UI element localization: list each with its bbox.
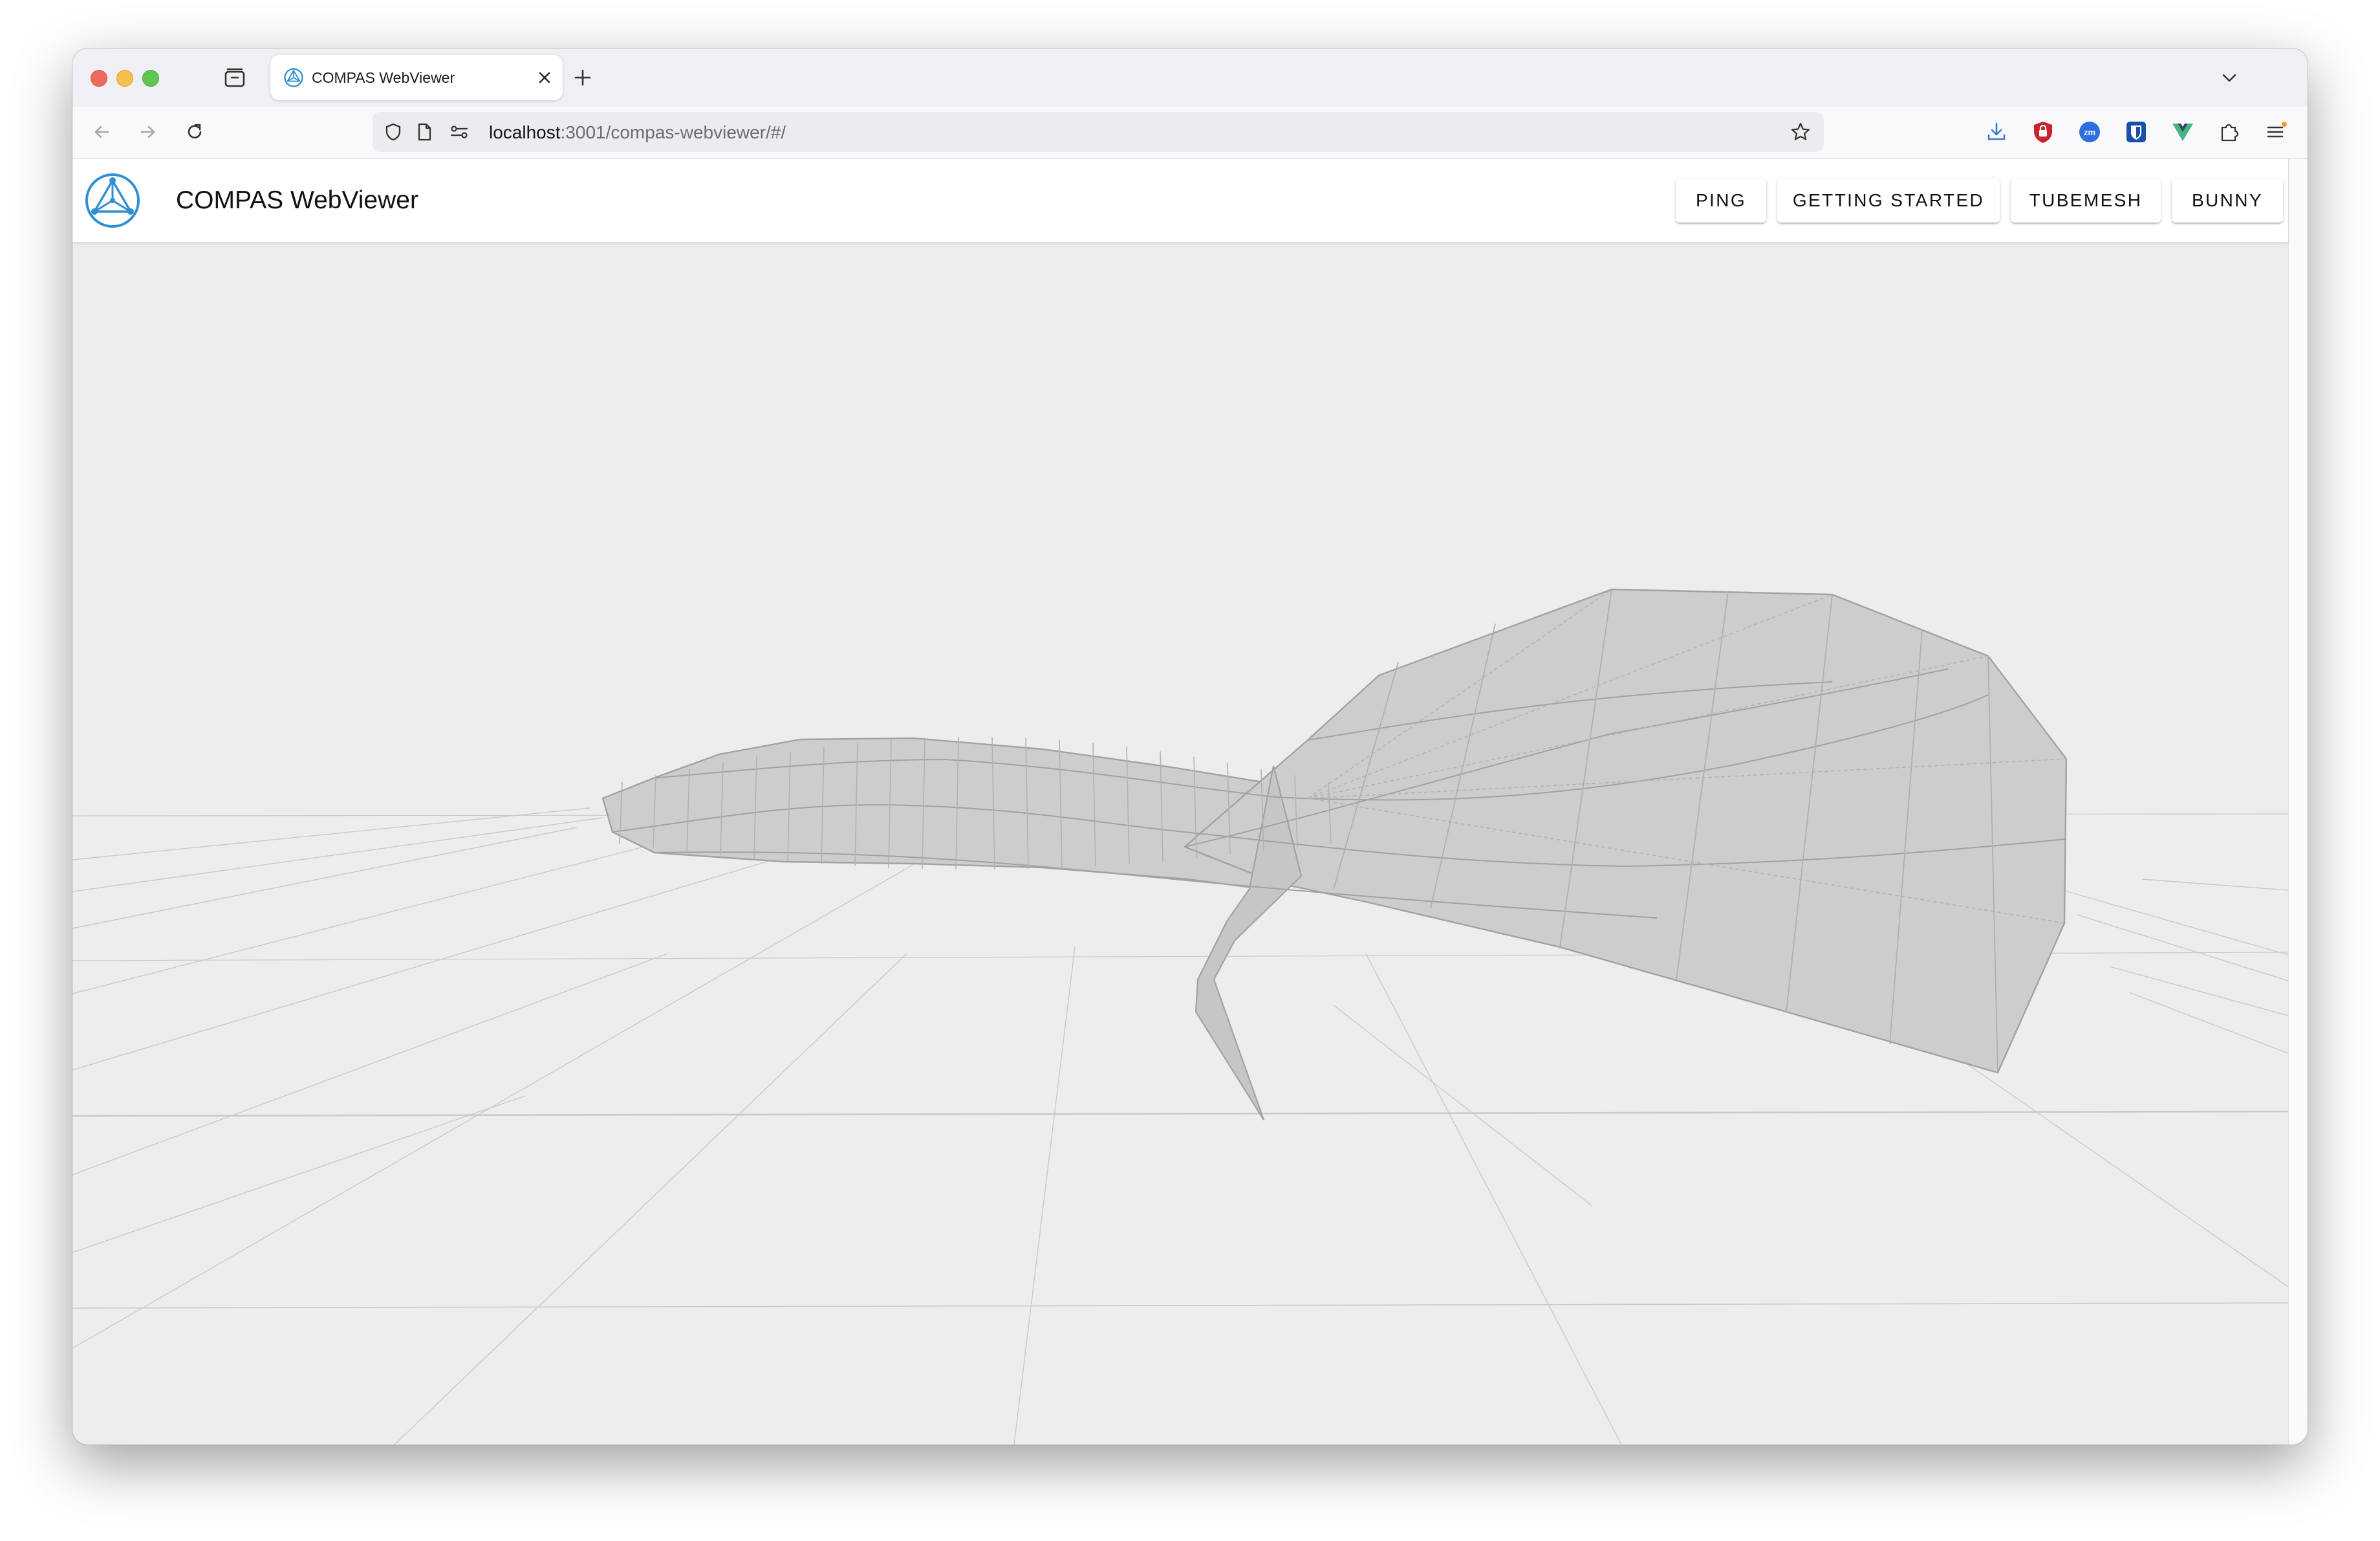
tab-strip: COMPAS WebViewer bbox=[72, 49, 2308, 107]
browser-window: COMPAS WebViewer localhost:3001/compas-w… bbox=[72, 49, 2308, 1445]
grid-line bbox=[2141, 879, 2289, 891]
grid-line bbox=[2109, 966, 2289, 1016]
close-tab-icon[interactable] bbox=[533, 66, 556, 89]
chevron-down-icon[interactable] bbox=[2214, 63, 2244, 93]
grid-line bbox=[72, 1110, 2289, 1117]
svg-text:zm: zm bbox=[2084, 127, 2095, 137]
star-icon[interactable] bbox=[1789, 120, 1812, 144]
tube-body bbox=[601, 737, 1303, 890]
grid-line bbox=[1013, 946, 1076, 1445]
bunny-button[interactable]: BUNNY bbox=[2172, 179, 2283, 223]
reload-icon[interactable] bbox=[177, 115, 212, 149]
grid-line bbox=[1333, 1005, 1593, 1207]
app-title: COMPAS WebViewer bbox=[176, 186, 418, 214]
grid-line bbox=[72, 827, 979, 1349]
grid-line bbox=[2128, 992, 2289, 1054]
tab-list-icon[interactable] bbox=[220, 63, 250, 93]
zoom-icon[interactable]: zm bbox=[2073, 116, 2106, 148]
app-header: COMPAS WebViewer PING GETTING STARTED TU… bbox=[72, 159, 2288, 242]
tube-mesh bbox=[601, 588, 2068, 1120]
grid-line bbox=[394, 953, 907, 1445]
hamburger-menu-icon[interactable] bbox=[2260, 116, 2292, 148]
scrollbar[interactable] bbox=[2288, 159, 2308, 1445]
permissions-icon[interactable] bbox=[448, 120, 471, 144]
page-icon[interactable] bbox=[413, 120, 436, 144]
minimize-window-button[interactable] bbox=[116, 70, 133, 87]
grid-line bbox=[72, 827, 882, 1071]
url-host: localhost bbox=[489, 122, 561, 142]
bitwarden-icon[interactable] bbox=[2120, 116, 2152, 148]
new-tab-plus-icon[interactable] bbox=[568, 63, 598, 93]
grid-line bbox=[72, 817, 603, 892]
back-arrow-icon[interactable] bbox=[84, 115, 119, 149]
ping-button[interactable]: PING bbox=[1676, 179, 1766, 223]
grid-line bbox=[1947, 1050, 2289, 1287]
tab-title: COMPAS WebViewer bbox=[312, 69, 455, 86]
tube-flare bbox=[1183, 588, 2068, 1074]
url-bar[interactable]: localhost:3001/compas-webviewer/#/ bbox=[373, 112, 1824, 152]
compas-favicon-icon bbox=[284, 68, 303, 87]
close-window-button[interactable] bbox=[91, 70, 107, 87]
puzzle-icon[interactable] bbox=[2213, 116, 2245, 148]
grid-line bbox=[72, 827, 578, 929]
tubemesh-button[interactable]: TUBEMESH bbox=[2011, 179, 2161, 223]
grid-line bbox=[72, 953, 668, 1175]
tab-compas-webviewer[interactable]: COMPAS WebViewer bbox=[270, 55, 563, 100]
url-text: localhost:3001/compas-webviewer/#/ bbox=[489, 122, 786, 143]
vue-devtools-icon[interactable] bbox=[2167, 116, 2199, 148]
shield-icon[interactable] bbox=[382, 120, 405, 144]
grid-line bbox=[72, 1095, 526, 1253]
grid-line bbox=[72, 827, 720, 994]
3d-scene-canvas[interactable] bbox=[72, 242, 2289, 1445]
grid-line bbox=[72, 1302, 2289, 1309]
navigation-toolbar: localhost:3001/compas-webviewer/#/ zm bbox=[72, 107, 2308, 159]
url-path: :3001/compas-webviewer/#/ bbox=[560, 122, 786, 142]
3d-viewport[interactable] bbox=[72, 242, 2289, 1445]
page-content: COMPAS WebViewer PING GETTING STARTED TU… bbox=[72, 159, 2308, 1445]
download-icon[interactable] bbox=[1980, 116, 2013, 148]
forward-arrow-icon[interactable] bbox=[131, 115, 166, 149]
ublock-icon[interactable] bbox=[2027, 116, 2059, 148]
zoom-window-button[interactable] bbox=[142, 70, 159, 87]
compas-logo-icon bbox=[85, 173, 140, 228]
getting-started-button[interactable]: GETTING STARTED bbox=[1777, 179, 2000, 223]
